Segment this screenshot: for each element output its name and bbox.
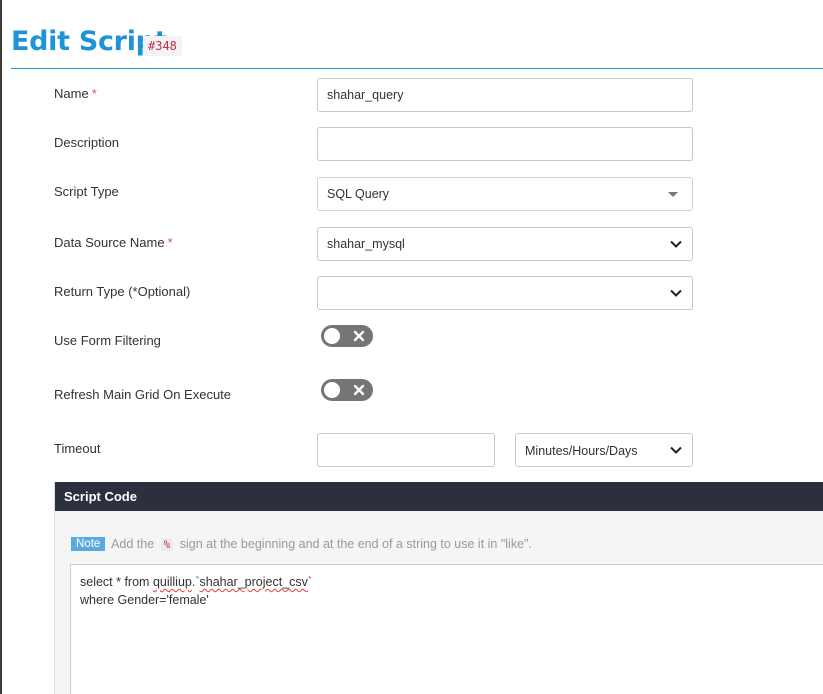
script-id-badge: #348	[143, 36, 182, 56]
code-line-1: select * from quilliup.`shahar_project_c…	[80, 575, 313, 589]
required-mark: *	[91, 86, 97, 101]
script-code-header: Script Code	[55, 482, 823, 511]
required-mark: *	[167, 235, 173, 250]
timeout-label: Timeout	[54, 441, 101, 456]
timeout-unit-select[interactable]: Minutes/Hours/Days	[515, 433, 693, 467]
note-text-before: Add the	[111, 537, 155, 551]
percent-symbol: %	[160, 538, 174, 551]
script-type-select[interactable]: SQL Query	[317, 177, 693, 211]
caret-down-icon	[668, 192, 678, 197]
note-tag: Note	[71, 537, 106, 551]
return-type-label: Return Type (*Optional)	[54, 284, 191, 299]
data-source-value: shahar_mysql	[327, 237, 405, 251]
use-form-filtering-toggle[interactable]	[321, 325, 373, 347]
close-icon	[353, 384, 365, 396]
toggle-knob	[324, 328, 340, 344]
return-type-select[interactable]	[317, 276, 693, 310]
script-type-value: SQL Query	[327, 187, 390, 201]
chevron-down-icon	[670, 289, 682, 297]
refresh-main-grid-label: Refresh Main Grid On Execute	[54, 387, 232, 402]
use-form-filtering-label: Use Form Filtering	[54, 333, 161, 348]
data-source-label: Data Source Name *	[54, 235, 173, 250]
name-label: Name *	[54, 86, 97, 101]
name-input[interactable]: shahar_query	[317, 78, 693, 112]
refresh-main-grid-toggle[interactable]	[321, 379, 373, 401]
script-type-label: Script Type	[54, 184, 119, 199]
timeout-unit-value: Minutes/Hours/Days	[525, 444, 638, 458]
code-line-2: where Gender='female'	[80, 593, 209, 607]
timeout-input[interactable]	[317, 433, 495, 467]
script-code-panel: Script Code Note Add the % sign at the b…	[54, 482, 823, 694]
title-divider	[11, 68, 823, 69]
description-input[interactable]	[317, 127, 693, 161]
script-code-editor[interactable]: select * from quilliup.`shahar_project_c…	[70, 564, 823, 694]
chevron-down-icon	[670, 446, 682, 454]
data-source-select[interactable]: shahar_mysql	[317, 227, 693, 261]
close-icon	[353, 330, 365, 342]
toggle-knob	[324, 382, 340, 398]
note-row: Note Add the % sign at the beginning and…	[71, 537, 532, 551]
window-edge	[0, 0, 2, 694]
note-text-after: sign at the beginning and at the end of …	[179, 537, 532, 551]
description-label: Description	[54, 135, 120, 150]
chevron-down-icon	[670, 240, 682, 248]
